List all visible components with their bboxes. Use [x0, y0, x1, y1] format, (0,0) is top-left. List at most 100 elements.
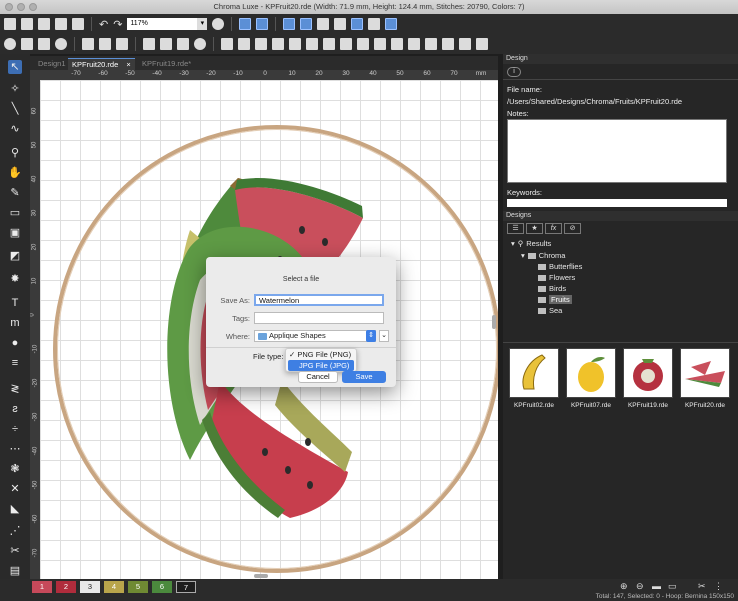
- align-left-icon[interactable]: [289, 38, 301, 50]
- print-icon[interactable]: [55, 18, 67, 30]
- scissors-icon[interactable]: ✂: [8, 544, 22, 558]
- where-select[interactable]: Applique Shapes ⇕: [254, 330, 376, 342]
- new-file-icon[interactable]: [4, 18, 16, 30]
- file-type-option-jpg[interactable]: JPG File (JPG): [288, 360, 354, 371]
- zigzag-tool-icon[interactable]: ≷: [8, 382, 22, 396]
- send-back-icon[interactable]: [442, 38, 454, 50]
- horizontal-scrollbar[interactable]: [254, 574, 268, 578]
- slice-tool-icon[interactable]: ◣: [8, 502, 22, 516]
- zoom-select[interactable]: 117% ▾: [127, 18, 208, 30]
- vertical-scrollbar[interactable]: [492, 315, 496, 329]
- cross-stitch-icon[interactable]: ✕: [8, 482, 22, 496]
- rotate-left-icon[interactable]: [255, 38, 267, 50]
- select-all-icon[interactable]: [143, 38, 155, 50]
- fit-hoop-icon[interactable]: [476, 38, 488, 50]
- mirror-vertical-icon[interactable]: [238, 38, 250, 50]
- monitor-icon[interactable]: ▭: [668, 581, 677, 592]
- center-icon[interactable]: [55, 38, 67, 50]
- zoom-in-icon[interactable]: ⊕: [620, 581, 628, 592]
- background-icon[interactable]: [385, 18, 398, 30]
- line-tool-icon[interactable]: ╲: [8, 102, 22, 116]
- zoom-out-icon[interactable]: ⊖: [636, 581, 644, 592]
- hand-tool-icon[interactable]: ✋: [8, 166, 22, 180]
- align-top-icon[interactable]: [323, 38, 335, 50]
- fill-tool-icon[interactable]: ●: [8, 336, 22, 350]
- color-swatch-6[interactable]: 6: [152, 581, 172, 593]
- move-icon[interactable]: [21, 38, 33, 50]
- compass-icon[interactable]: ⊘: [564, 223, 581, 234]
- list-view-icon[interactable]: ☰: [507, 223, 524, 234]
- stitch-sim-icon[interactable]: ⋰: [8, 524, 22, 538]
- rotate-right-icon[interactable]: [272, 38, 284, 50]
- hoop-view-icon[interactable]: [239, 18, 252, 30]
- color-swatch-1[interactable]: 1: [32, 581, 52, 593]
- monogram-tool-icon[interactable]: m: [8, 316, 22, 330]
- thumbnail-banana[interactable]: [509, 348, 559, 398]
- copy-icon[interactable]: [99, 38, 111, 50]
- file-type-option-png[interactable]: ✓ PNG File (PNG): [286, 349, 356, 360]
- scissors-icon[interactable]: ✂: [698, 581, 706, 592]
- lasso-icon[interactable]: [194, 38, 206, 50]
- expand-dialog-button[interactable]: ⌄: [379, 330, 389, 342]
- tree-item-sea[interactable]: Sea: [538, 306, 562, 315]
- break-apart-icon[interactable]: [408, 38, 420, 50]
- spiral-tool-icon[interactable]: ƨ: [8, 402, 22, 416]
- zoom-fit-icon[interactable]: [212, 18, 225, 30]
- zoom-tool-icon[interactable]: ⚲: [8, 146, 22, 160]
- color-swatch-2[interactable]: 2: [56, 581, 76, 593]
- nodes-icon[interactable]: [317, 18, 330, 30]
- run-stitch-tool-icon[interactable]: ⋯: [8, 442, 22, 456]
- tags-input[interactable]: [254, 312, 384, 324]
- tree-item-butterflies[interactable]: Butterflies: [538, 262, 582, 271]
- file-type-menu[interactable]: ✓ PNG File (PNG) JPG File (JPG): [285, 348, 357, 372]
- redo-icon[interactable]: ↷: [113, 18, 122, 31]
- tree-item-chroma[interactable]: ▾ Chroma: [521, 251, 565, 260]
- eraser-tool-icon[interactable]: ▭: [8, 206, 22, 220]
- info-icon[interactable]: i: [507, 67, 521, 77]
- maximize-window-button[interactable]: [29, 3, 37, 11]
- save-as-input[interactable]: Watermelon: [254, 294, 384, 306]
- open-folder-icon[interactable]: [21, 18, 33, 30]
- keywords-field[interactable]: [507, 199, 727, 207]
- pattern-icon[interactable]: [177, 38, 189, 50]
- mirror-horizontal-icon[interactable]: [221, 38, 233, 50]
- align-right-icon[interactable]: [306, 38, 318, 50]
- select-arrow-icon[interactable]: ↖: [8, 60, 22, 74]
- thumbnail-lemon[interactable]: [566, 348, 616, 398]
- distribute-icon[interactable]: [374, 38, 386, 50]
- preview-icon[interactable]: [351, 18, 364, 30]
- color-swatch-5[interactable]: 5: [128, 581, 148, 593]
- tab-kpfruit19[interactable]: KPFruit19.rde*: [138, 58, 195, 70]
- bezier-tool-icon[interactable]: ∿: [8, 122, 22, 136]
- save-button[interactable]: Save: [342, 371, 386, 383]
- stitch-view-icon[interactable]: [300, 18, 313, 30]
- node-edit-icon[interactable]: ✧: [8, 82, 22, 96]
- close-window-button[interactable]: [5, 3, 13, 11]
- minimize-window-button[interactable]: [17, 3, 25, 11]
- align-center-icon[interactable]: [357, 38, 369, 50]
- align-bottom-icon[interactable]: [340, 38, 352, 50]
- hoop-stand-icon[interactable]: [72, 18, 84, 30]
- combine-icon[interactable]: [391, 38, 403, 50]
- tree-item-results[interactable]: ▾ ⚲ Results: [511, 239, 551, 248]
- color-swatch-4[interactable]: 4: [104, 581, 124, 593]
- auto-digitize-icon[interactable]: [4, 38, 16, 50]
- color-swatch-7[interactable]: 7: [176, 581, 196, 593]
- realistic-view-icon[interactable]: [256, 18, 269, 30]
- function-icon[interactable]: fx: [545, 223, 562, 234]
- pencil-tool-icon[interactable]: ✎: [8, 186, 22, 200]
- show-design-icon[interactable]: [283, 18, 296, 30]
- tab-kpfruit20[interactable]: KPFruit20.rde ×: [68, 58, 135, 70]
- text-tool-icon[interactable]: T: [8, 296, 22, 310]
- thread-icon[interactable]: [334, 18, 347, 30]
- grid-icon[interactable]: [368, 18, 381, 30]
- color-swatch-3[interactable]: 3: [80, 581, 100, 593]
- image-tool-icon[interactable]: ▣: [8, 226, 22, 240]
- star-tool-icon[interactable]: ✸: [8, 272, 22, 286]
- favorites-icon[interactable]: ★: [526, 223, 543, 234]
- undo-icon[interactable]: ↶: [99, 18, 108, 31]
- divide-tool-icon[interactable]: ÷: [8, 422, 22, 436]
- close-icon[interactable]: ×: [126, 60, 130, 69]
- thumbnail-pomegranate[interactable]: [623, 348, 673, 398]
- grid-snap-icon[interactable]: [38, 38, 50, 50]
